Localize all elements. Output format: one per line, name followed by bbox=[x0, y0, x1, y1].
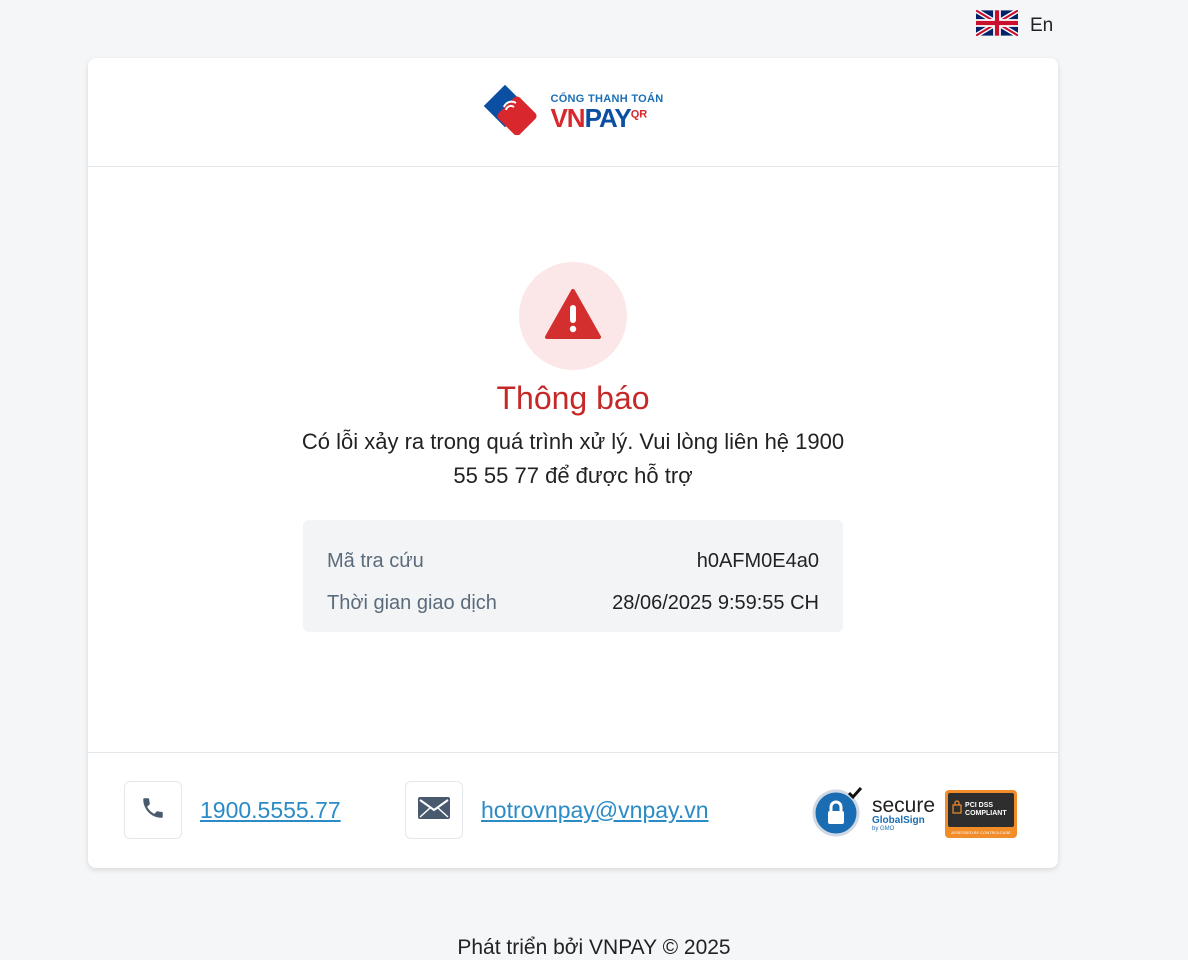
logo-vn: VN bbox=[550, 102, 585, 133]
alert-title: Thông báo bbox=[496, 380, 650, 416]
lock-check-icon bbox=[812, 785, 864, 842]
lookup-code-label: Mã tra cứu bbox=[327, 549, 424, 572]
info-row-lookup-code: Mã tra cứu h0AFM0E4a0 bbox=[327, 540, 819, 582]
email-icon-box bbox=[405, 781, 463, 839]
logo-pay: PAY bbox=[584, 102, 632, 133]
logo-wordmark: VNPAYQR bbox=[550, 105, 663, 131]
transaction-time-value: 28/06/2025 9:59:55 CH bbox=[612, 591, 819, 614]
alert-message: Có lỗi xảy ra trong quá trình xử lý. Vui… bbox=[301, 429, 845, 488]
pci-assessed-label: ASSESSED BY CONTROLCASE bbox=[951, 829, 1011, 835]
globalsign-secure-badge: secure GlobalSign by GMO bbox=[812, 785, 935, 842]
email-link[interactable]: hotrovnpay@vnpay.vn bbox=[481, 797, 709, 824]
transaction-time-label: Thời gian giao dịch bbox=[327, 591, 497, 614]
globalsign-label: GlobalSign bbox=[872, 815, 925, 826]
gmo-label: by GMO bbox=[872, 826, 895, 832]
envelope-icon bbox=[418, 796, 450, 824]
language-label: En bbox=[1030, 14, 1054, 36]
info-row-transaction-time: Thời gian giao dịch 28/06/2025 9:59:55 C… bbox=[327, 582, 819, 624]
phone-link[interactable]: 1900.5555.77 bbox=[200, 797, 341, 824]
pci-dss-badge: PCI DSS COMPLIANT ASSESSED BY CONTROLCAS… bbox=[945, 789, 1018, 838]
card-footer: 1900.5555.77 hotrovnpay@vnpay.vn secure … bbox=[88, 752, 1058, 869]
logo-qr: QR bbox=[630, 107, 648, 120]
security-badges: secure GlobalSign by GMO PCI DSS COMPLIA… bbox=[812, 785, 1018, 842]
pci-compliant-label: COMPLIANT bbox=[965, 809, 1007, 817]
uk-flag-icon bbox=[974, 8, 1020, 41]
payment-error-card: CỔNG THANH TOÁN VNPAYQR Thông báo Có lỗi… bbox=[88, 58, 1058, 868]
warning-icon bbox=[545, 288, 601, 345]
secure-label: secure bbox=[872, 794, 936, 817]
language-switch[interactable]: En bbox=[974, 8, 1054, 41]
pci-lock-icon bbox=[952, 800, 962, 819]
developed-by-footer: Phát triển bởi VNPAY © 2025 bbox=[457, 936, 731, 959]
vnpay-logo-icon bbox=[482, 84, 546, 140]
lookup-code-value: h0AFM0E4a0 bbox=[696, 549, 819, 572]
card-header: CỔNG THANH TOÁN VNPAYQR bbox=[88, 58, 1058, 167]
phone-contact: 1900.5555.77 bbox=[124, 781, 341, 839]
phone-icon-box bbox=[124, 781, 182, 839]
alert-section: Thông báo Có lỗi xảy ra trong quá trình … bbox=[88, 262, 1058, 493]
transaction-info-box: Mã tra cứu h0AFM0E4a0 Thời gian giao dịc… bbox=[303, 520, 843, 632]
phone-icon bbox=[140, 795, 166, 826]
vnpay-logo: CỔNG THANH TOÁN VNPAYQR bbox=[482, 84, 663, 140]
pci-label: PCI DSS bbox=[965, 801, 994, 809]
email-contact: hotrovnpay@vnpay.vn bbox=[405, 781, 709, 839]
alert-icon-circle bbox=[519, 262, 627, 370]
